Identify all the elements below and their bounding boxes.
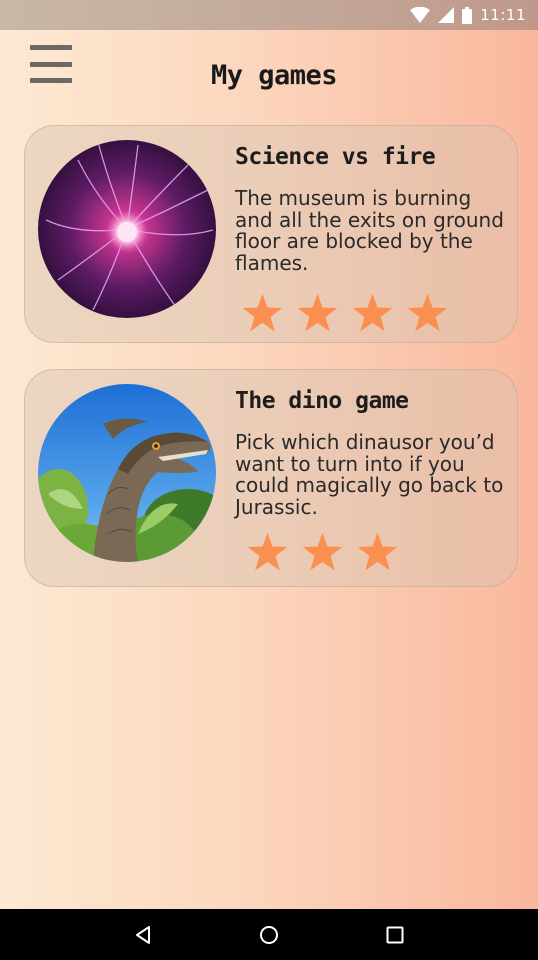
home-button[interactable] <box>256 922 282 948</box>
game-description: Pick which dinausor you’d want to turn i… <box>235 430 504 519</box>
status-time: 11:11 <box>480 6 526 24</box>
star-icon <box>357 532 398 571</box>
star-icon <box>297 293 338 332</box>
back-button[interactable] <box>130 922 156 948</box>
game-title: The dino game <box>235 388 409 414</box>
status-bar: 11:11 <box>0 0 538 30</box>
page-title: My games <box>210 60 338 91</box>
star-icon <box>407 293 448 332</box>
wifi-icon <box>410 7 431 23</box>
star-icon <box>302 532 343 571</box>
dinosaur-image <box>38 384 216 562</box>
plasma-ball-image <box>38 140 216 318</box>
star-icon <box>242 293 283 332</box>
game-description: The museum is burning and all the exits … <box>235 186 504 275</box>
recents-button[interactable] <box>382 922 408 948</box>
home-icon <box>260 925 278 944</box>
hamburger-menu-icon <box>30 45 72 50</box>
star-icon <box>247 532 288 571</box>
rating-stars <box>240 291 450 335</box>
rating-stars <box>245 530 400 574</box>
game-title: Science vs fire <box>235 144 436 170</box>
system-nav-bar <box>0 909 538 960</box>
game-card-science-vs-fire[interactable]: Science vs fire The museum is burning an… <box>24 125 518 343</box>
game-card-dino-game[interactable]: The dino game Pick which dinausor you’d … <box>24 369 518 587</box>
cell-signal-icon <box>438 7 455 23</box>
recents-icon <box>386 926 404 943</box>
star-icon <box>352 293 393 332</box>
battery-icon <box>462 6 473 24</box>
back-icon <box>136 925 150 944</box>
